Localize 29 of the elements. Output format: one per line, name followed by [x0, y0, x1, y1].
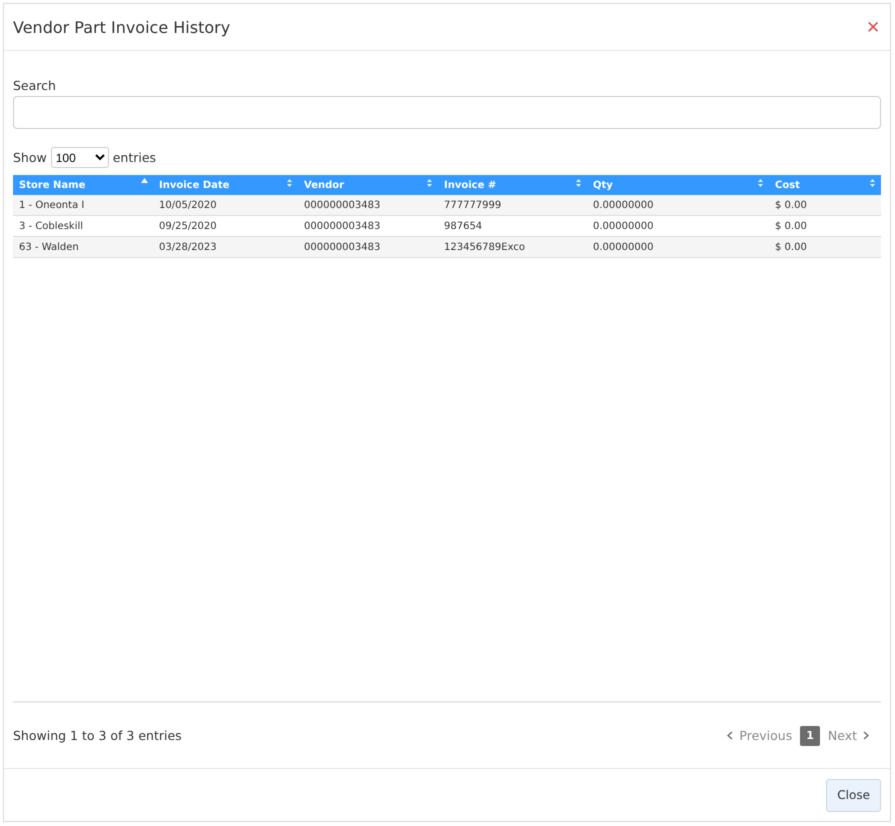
sort-icon[interactable] [426, 178, 433, 188]
close-button[interactable]: Close [826, 778, 881, 812]
column-header[interactable]: Vendor [298, 175, 438, 195]
search-label: Search [13, 78, 57, 93]
column-header[interactable]: Cost [769, 175, 881, 195]
column-header[interactable]: Invoice Date [153, 175, 298, 195]
entries-select[interactable]: 100 [50, 147, 109, 168]
sort-ascending-icon[interactable] [141, 178, 148, 183]
dialog-title: Vendor Part Invoice History [13, 18, 230, 36]
search-field[interactable] [13, 96, 881, 129]
column-header[interactable]: Qty [587, 175, 769, 195]
entries-info: Showing 1 to 3 of 3 entries [13, 728, 182, 743]
table-cell: 000000003483 [298, 236, 438, 258]
sort-icon[interactable] [286, 178, 293, 188]
entries-label: entries [112, 150, 156, 165]
chevron-left-icon [727, 731, 734, 740]
table-cell: 0.00000000 [587, 236, 769, 258]
column-header[interactable]: Invoice # [438, 175, 587, 195]
page-button[interactable]: 1 [800, 726, 820, 746]
table-cell: 03/28/2023 [153, 236, 298, 258]
sort-icon[interactable] [757, 178, 764, 188]
column-header[interactable]: Store Name [13, 175, 153, 195]
sort-icon[interactable] [575, 178, 582, 188]
table-cell: 63 - Walden [13, 236, 153, 258]
sort-icon[interactable] [869, 178, 876, 188]
table-cell: $ 0.00 [769, 236, 881, 258]
chevron-right-icon [863, 731, 869, 740]
table-cell: 123456789Exco [438, 236, 587, 258]
show-label: Show [13, 150, 47, 165]
